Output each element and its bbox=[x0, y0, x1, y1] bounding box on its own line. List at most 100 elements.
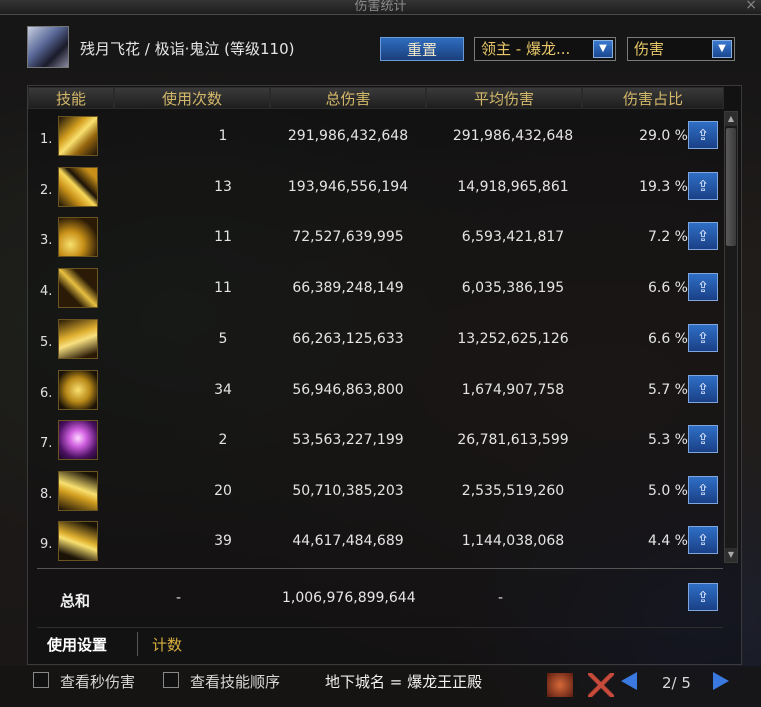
row-total-damage: 66,263,125,633 bbox=[292, 331, 404, 347]
table-row[interactable]: 8. 20 50,710,385,203 2,535,519,260 5.0 %… bbox=[28, 471, 724, 521]
tab-bar: 使用设置 计数 bbox=[37, 627, 723, 662]
tab-settings[interactable]: 使用设置 bbox=[47, 634, 107, 655]
table-row[interactable]: 1. 1 291,986,432,648 291,986,432,648 29.… bbox=[28, 116, 724, 166]
skill-icon-purple-burst bbox=[58, 420, 98, 460]
share-row-button[interactable]: ⇪ bbox=[688, 172, 718, 200]
dungeon-name: 地下城名 = 爆龙王正殿 bbox=[325, 673, 483, 691]
row-avg-damage: 1,674,907,758 bbox=[461, 382, 565, 398]
skill-icon-gold-wave bbox=[58, 217, 98, 257]
dps-checkbox[interactable] bbox=[33, 672, 49, 688]
damage-stats-window: 伤害统计 × 残月飞花 / 极诣·鬼泣 (等级110) 重置 领主 - 爆龙..… bbox=[0, 0, 761, 707]
row-rank: 4. bbox=[40, 284, 53, 299]
share-row-button[interactable]: ⇪ bbox=[688, 476, 718, 504]
total-avg: - bbox=[498, 590, 504, 606]
table-row[interactable]: 6. 34 56,946,863,800 1,674,907,758 5.7 %… bbox=[28, 370, 724, 420]
table-row[interactable]: 4. 11 66,389,248,149 6,035,386,195 6.6 %… bbox=[28, 268, 724, 318]
share-icon: ⇪ bbox=[696, 481, 710, 499]
table-row[interactable]: 9. 39 44,617,484,689 1,144,038,068 4.4 %… bbox=[28, 521, 724, 571]
skill-order-checkbox-label[interactable]: 查看技能顺序 bbox=[190, 671, 280, 692]
share-icon: ⇪ bbox=[696, 177, 710, 195]
row-damage-share: 6.6 % bbox=[647, 280, 688, 296]
skill-icon-gold-arc bbox=[58, 521, 98, 561]
row-rank: 6. bbox=[40, 386, 53, 401]
total-label: 总和 bbox=[60, 592, 91, 610]
skill-icon-gold-strike bbox=[58, 319, 98, 359]
row-avg-damage: 291,986,432,648 bbox=[452, 128, 574, 144]
row-total-damage: 66,389,248,149 bbox=[292, 280, 404, 296]
skill-icon-gold-slash bbox=[58, 116, 98, 156]
skill-icon-gold-cross bbox=[58, 268, 98, 308]
row-damage-share: 5.3 % bbox=[647, 432, 688, 448]
row-total-damage: 72,527,639,995 bbox=[292, 229, 404, 245]
column-header-skill[interactable]: 技能 bbox=[28, 87, 114, 109]
row-total-damage: 44,617,484,689 bbox=[292, 533, 404, 549]
column-header-total[interactable]: 总伤害 bbox=[270, 87, 426, 109]
avatar bbox=[27, 26, 69, 68]
row-damage-share: 6.6 % bbox=[647, 331, 688, 347]
row-rank: 3. bbox=[40, 233, 53, 248]
chevron-down-icon[interactable]: ▼ bbox=[712, 40, 732, 58]
share-icon: ⇪ bbox=[696, 329, 710, 347]
share-row-button[interactable]: ⇪ bbox=[688, 324, 718, 352]
metric-select[interactable]: 伤害 ▼ bbox=[627, 37, 735, 61]
row-rank: 5. bbox=[40, 335, 53, 350]
share-icon: ⇪ bbox=[696, 430, 710, 448]
share-row-button[interactable]: ⇪ bbox=[688, 375, 718, 403]
table-row[interactable]: 2. 13 193,946,556,194 14,918,965,861 19.… bbox=[28, 167, 724, 217]
skill-order-checkbox[interactable] bbox=[163, 672, 179, 688]
window-title: 伤害统计 bbox=[354, 0, 407, 14]
share-icon: ⇪ bbox=[696, 126, 710, 144]
dungeon-icon bbox=[547, 673, 573, 697]
metric-select-value: 伤害 bbox=[634, 40, 665, 58]
column-header-count[interactable]: 使用次数 bbox=[114, 87, 270, 109]
page-prev-icon[interactable] bbox=[621, 672, 637, 690]
row-damage-share: 19.3 % bbox=[639, 179, 688, 195]
share-icon: ⇪ bbox=[696, 380, 710, 398]
share-row-button[interactable]: ⇪ bbox=[688, 425, 718, 453]
share-row-button[interactable]: ⇪ bbox=[688, 273, 718, 301]
total-damage: 1,006,976,899,644 bbox=[282, 590, 416, 606]
row-total-damage: 53,563,227,199 bbox=[292, 432, 404, 448]
share-icon: ⇪ bbox=[696, 227, 710, 245]
row-total-damage: 56,946,863,800 bbox=[292, 382, 404, 398]
reset-button[interactable]: 重置 bbox=[380, 37, 464, 61]
row-rank: 8. bbox=[40, 487, 53, 502]
page-indicator: 2/ 5 bbox=[662, 674, 691, 692]
tab-count[interactable]: 计数 bbox=[152, 634, 182, 655]
share-icon: ⇪ bbox=[696, 588, 710, 606]
row-damage-share: 7.2 % bbox=[647, 229, 688, 245]
window-titlebar[interactable]: 伤害统计 × bbox=[0, 0, 761, 15]
scroll-up-icon[interactable]: ▲ bbox=[725, 112, 737, 126]
dps-checkbox-label[interactable]: 查看秒伤害 bbox=[60, 671, 135, 692]
row-rank: 9. bbox=[40, 537, 53, 552]
share-row-button[interactable]: ⇪ bbox=[688, 121, 718, 149]
table-scrollbar[interactable]: ▲ ▼ bbox=[724, 111, 738, 563]
row-avg-damage: 2,535,519,260 bbox=[461, 483, 565, 499]
table-row[interactable]: 5. 5 66,263,125,633 13,252,625,126 6.6 %… bbox=[28, 319, 724, 369]
target-select-value: 领主 - 爆龙... bbox=[481, 40, 571, 58]
skill-icon-gold-blade bbox=[58, 167, 98, 207]
share-row-button[interactable]: ⇪ bbox=[688, 526, 718, 554]
skill-icon-gold-flame bbox=[58, 471, 98, 511]
share-total-button[interactable]: ⇪ bbox=[688, 583, 718, 611]
share-row-button[interactable]: ⇪ bbox=[688, 222, 718, 250]
row-total-damage: 50,710,385,203 bbox=[292, 483, 404, 499]
scroll-down-icon[interactable]: ▼ bbox=[725, 548, 737, 562]
total-count: - bbox=[176, 590, 182, 606]
column-header-avg[interactable]: 平均伤害 bbox=[426, 87, 582, 109]
target-select[interactable]: 领主 - 爆龙... ▼ bbox=[474, 37, 616, 61]
close-icon[interactable]: × bbox=[745, 0, 757, 13]
row-avg-damage: 6,593,421,817 bbox=[461, 229, 565, 245]
table-header: 技能 使用次数 总伤害 平均伤害 伤害占比 bbox=[28, 87, 724, 109]
chevron-down-icon[interactable]: ▼ bbox=[593, 40, 613, 58]
table-row[interactable]: 3. 11 72,527,639,995 6,593,421,817 7.2 %… bbox=[28, 217, 724, 267]
row-damage-share: 5.0 % bbox=[647, 483, 688, 499]
column-header-pct[interactable]: 伤害占比 bbox=[582, 87, 724, 109]
crossed-swords-icon bbox=[588, 673, 614, 697]
row-total-damage: 291,986,432,648 bbox=[287, 128, 409, 144]
scroll-thumb[interactable] bbox=[726, 128, 736, 246]
table-row[interactable]: 7. 2 53,563,227,199 26,781,613,599 5.3 %… bbox=[28, 420, 724, 470]
page-next-icon[interactable] bbox=[713, 672, 729, 690]
row-rank: 1. bbox=[40, 132, 53, 147]
row-avg-damage: 6,035,386,195 bbox=[461, 280, 565, 296]
